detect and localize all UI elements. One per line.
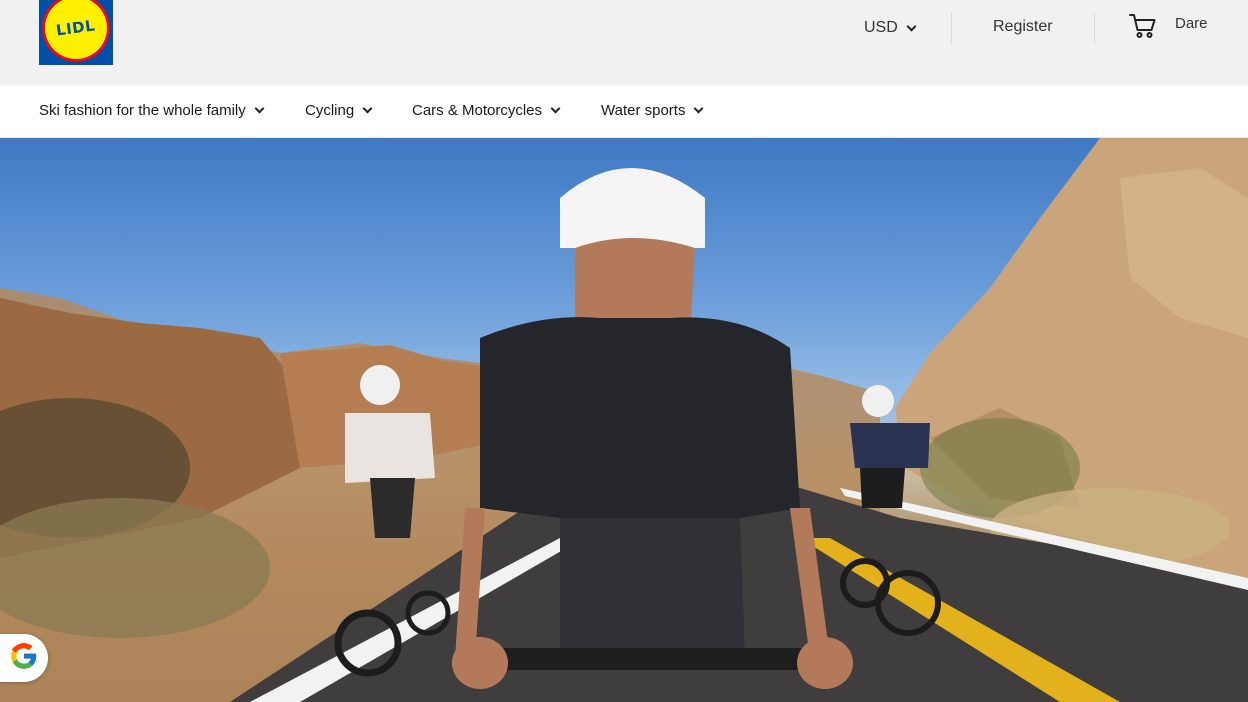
lidl-logo[interactable]: LIDL [39,0,113,65]
hero-banner[interactable] [0,138,1248,702]
category-nav: Ski fashion for the whole family Cycling… [0,85,1248,138]
chevron-down-icon [362,103,373,114]
user-account-link[interactable]: Dare [1175,15,1208,32]
nav-item-water-sports[interactable]: Water sports [601,102,704,119]
logo-wordmark: LIDL [55,16,97,40]
nav-item-ski-fashion[interactable]: Ski fashion for the whole family [39,102,265,119]
chevron-down-icon [254,103,265,114]
nav-item-cycling[interactable]: Cycling [305,102,373,119]
hero-cyclists-image [0,138,1248,702]
google-logo-icon [10,642,38,675]
nav-item-label: Water sports [601,102,686,119]
top-header: LIDL USD Register Dare [0,0,1248,85]
chevron-down-icon [550,103,561,114]
nav-item-label: Cycling [305,102,355,119]
chevron-down-icon [906,21,917,31]
register-link[interactable]: Register [993,18,1053,36]
header-divider [951,12,952,45]
currency-label: USD [864,19,898,36]
nav-item-label: Cars & Motorcycles [412,102,543,119]
google-badge[interactable] [0,634,48,682]
nav-item-cars-motorcycles[interactable]: Cars & Motorcycles [412,102,561,119]
header-divider [1094,12,1095,45]
nav-item-label: Ski fashion for the whole family [39,102,246,119]
shopping-cart-icon[interactable] [1129,12,1157,40]
logo-disc: LIDL [45,0,107,59]
currency-selector[interactable]: USD [864,18,917,38]
chevron-down-icon [694,103,704,114]
